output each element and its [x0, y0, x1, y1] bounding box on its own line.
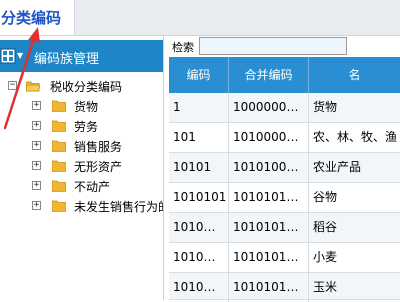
- tab-strip: 分类编码: [0, 0, 400, 36]
- table-row[interactable]: 1 1000000… 货物: [169, 93, 400, 123]
- search-label: 检索: [172, 41, 194, 54]
- tree-node-no-sales[interactable]: + 未发生销售行为的: [0, 198, 163, 216]
- expand-icon[interactable]: +: [32, 121, 41, 130]
- cell-code: 1010101: [169, 183, 229, 212]
- cell-name: 稻谷: [313, 220, 338, 234]
- cell-merged-code: 1010101…: [229, 273, 309, 302]
- cell-name: 谷物: [313, 190, 338, 204]
- table-row[interactable]: 1010… 1010101… 稻谷: [169, 213, 400, 243]
- tree-node-label: 未发生销售行为的: [74, 200, 163, 214]
- cell-code: 10101: [169, 153, 229, 182]
- tree-node-goods[interactable]: + 货物: [0, 98, 163, 116]
- tree-node-label: 劳务: [74, 120, 99, 134]
- panel-title: 编码族管理: [34, 52, 100, 67]
- tree-node-labor[interactable]: + 劳务: [0, 118, 163, 136]
- cell-merged-code: 1010101…: [229, 183, 309, 212]
- cell-code: 1010…: [169, 273, 229, 302]
- table-header: 编码 合并编码 名: [169, 57, 400, 93]
- cell-name: 农、林、牧、渔: [313, 130, 398, 144]
- column-header-name[interactable]: 名: [309, 57, 400, 93]
- column-header-code[interactable]: 编码: [169, 57, 229, 93]
- folder-open-icon: [26, 81, 40, 92]
- cell-merged-code: 1010100…: [229, 153, 309, 182]
- expand-icon[interactable]: +: [32, 141, 41, 150]
- table-row[interactable]: 101 1010000… 农、林、牧、渔: [169, 123, 400, 153]
- tree-node-label: 无形资产: [74, 160, 123, 174]
- dropdown-caret-icon[interactable]: ▼: [17, 51, 23, 60]
- column-header-merged-code[interactable]: 合并编码: [229, 57, 309, 93]
- folder-icon: [52, 160, 66, 172]
- left-panel: ▼ 编码族管理 − 税收分类编码 + 货物 + 劳务 + 销售服务 + 无形资产…: [0, 36, 164, 300]
- folder-icon: [52, 200, 66, 212]
- left-panel-header: ▼ 编码族管理: [0, 40, 163, 72]
- table-row[interactable]: 1010… 1010101… 玉米: [169, 273, 400, 302]
- tab-label: 分类编码: [1, 9, 62, 27]
- table-row[interactable]: 1010101 1010101… 谷物: [169, 183, 400, 213]
- cell-code: 1010…: [169, 243, 229, 272]
- expand-icon[interactable]: +: [32, 101, 41, 110]
- right-panel: 检索 编码 合并编码 名 1 1000000… 货物 101 1010000… …: [164, 36, 400, 302]
- tree-node-root[interactable]: − 税收分类编码: [0, 78, 163, 96]
- expand-icon[interactable]: +: [32, 181, 41, 190]
- tree-node-sales-services[interactable]: + 销售服务: [0, 138, 163, 156]
- tree-node-label: 税收分类编码: [50, 80, 123, 94]
- folder-icon: [52, 140, 66, 152]
- tree-node-real-estate[interactable]: + 不动产: [0, 178, 163, 196]
- tree-node-label: 不动产: [74, 180, 111, 194]
- search-input[interactable]: [199, 37, 347, 55]
- cell-merged-code: 1000000…: [229, 93, 309, 122]
- folder-icon: [52, 100, 66, 112]
- folder-icon: [52, 120, 66, 132]
- tree-node-label: 货物: [74, 100, 99, 114]
- tree-node-label: 销售服务: [74, 140, 123, 154]
- cell-code: 1010…: [169, 213, 229, 242]
- table-row[interactable]: 1010… 1010101… 小麦: [169, 243, 400, 273]
- cell-merged-code: 1010101…: [229, 213, 309, 242]
- cell-name: 玉米: [313, 280, 338, 294]
- tree-node-intangible-assets[interactable]: + 无形资产: [0, 158, 163, 176]
- cell-name: 货物: [313, 100, 338, 114]
- tab-classification-code[interactable]: 分类编码: [0, 0, 75, 35]
- cell-code: 101: [169, 123, 229, 152]
- expand-icon[interactable]: +: [32, 201, 41, 210]
- grid-menu-icon[interactable]: [0, 48, 16, 64]
- expand-icon[interactable]: +: [32, 161, 41, 170]
- table-row[interactable]: 10101 1010100… 农业产品: [169, 153, 400, 183]
- cell-merged-code: 1010000…: [229, 123, 309, 152]
- cell-code: 1: [169, 93, 229, 122]
- cell-merged-code: 1010101…: [229, 243, 309, 272]
- collapse-icon[interactable]: −: [8, 81, 17, 90]
- cell-name: 小麦: [313, 250, 338, 264]
- folder-icon: [52, 180, 66, 192]
- cell-name: 农业产品: [313, 160, 362, 174]
